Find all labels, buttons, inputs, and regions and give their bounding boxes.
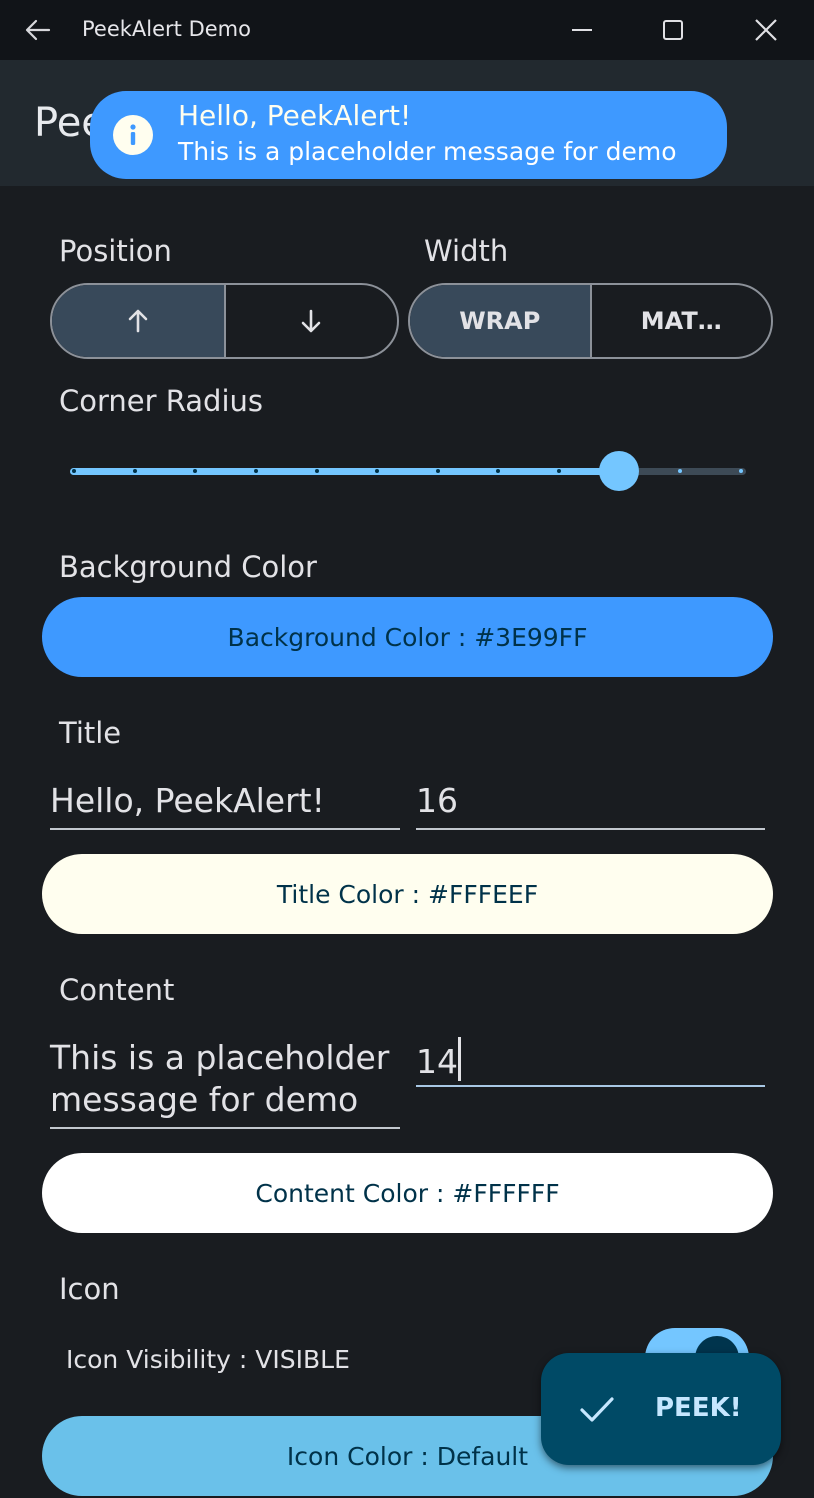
slider-tick (557, 469, 561, 473)
slider-tick (315, 469, 319, 473)
content-label: Content (59, 973, 175, 1007)
position-bottom-button[interactable] (223, 285, 398, 357)
down-arrow-icon (301, 309, 321, 333)
slider-thumb[interactable] (599, 451, 639, 491)
icon-label: Icon (59, 1272, 120, 1306)
slider-tick (436, 469, 440, 473)
up-arrow-icon (128, 309, 148, 333)
content-size-field[interactable]: 14 (416, 1037, 765, 1087)
content-size-value: 14 (416, 1042, 458, 1081)
title-text-field[interactable]: Hello, PeekAlert! (50, 780, 400, 830)
close-icon[interactable] (744, 10, 788, 50)
peek-fab-button[interactable]: PEEK! (541, 1353, 781, 1465)
peek-alert-content: This is a placeholder message for demo (178, 137, 677, 166)
content-text-field[interactable]: This is a placeholder message for demo (50, 1037, 400, 1129)
title-size-value: 16 (416, 781, 458, 820)
back-arrow-icon[interactable] (22, 14, 54, 46)
title-text-value: Hello, PeekAlert! (50, 781, 325, 820)
window-title: PeekAlert Demo (82, 17, 251, 41)
peek-alert-title: Hello, PeekAlert! (178, 99, 412, 132)
maximize-icon[interactable] (651, 10, 695, 50)
title-size-field[interactable]: 16 (416, 780, 765, 830)
position-toggle-group (50, 283, 399, 359)
position-label: Position (59, 234, 172, 268)
slider-tick (678, 469, 682, 473)
width-toggle-group: WRAP MAT… (408, 283, 773, 359)
slider-tick (375, 469, 379, 473)
info-icon (113, 115, 153, 155)
minimize-icon[interactable] (560, 10, 604, 50)
slider-tick (72, 469, 76, 473)
fab-label: PEEK! (655, 1393, 742, 1423)
background-color-button[interactable]: Background Color : #3E99FF (42, 597, 773, 677)
slider-tick (496, 469, 500, 473)
slider-tick (254, 469, 258, 473)
check-icon (580, 1397, 614, 1422)
width-match-button[interactable]: MAT… (589, 285, 772, 357)
corner-radius-label: Corner Radius (59, 384, 264, 418)
window-titlebar: PeekAlert Demo (0, 0, 814, 60)
title-label: Title (59, 716, 122, 750)
slider-tick (739, 469, 743, 473)
peek-alert[interactable]: Hello, PeekAlert! This is a placeholder … (90, 91, 727, 179)
content-color-button[interactable]: Content Color : #FFFFFF (42, 1153, 773, 1233)
corner-radius-slider[interactable] (70, 450, 746, 492)
title-color-button[interactable]: Title Color : #FFFEEF (42, 854, 773, 934)
slider-tick (193, 469, 197, 473)
text-cursor (458, 1037, 461, 1081)
width-label: Width (424, 234, 509, 268)
position-top-button[interactable] (52, 285, 224, 357)
icon-visibility-text: Icon Visibility : VISIBLE (66, 1345, 350, 1374)
slider-tick (133, 469, 137, 473)
width-wrap-button[interactable]: WRAP (410, 285, 590, 357)
slider-active-track (70, 468, 619, 475)
background-color-label: Background Color (59, 550, 317, 584)
content-text-value: This is a placeholder message for demo (50, 1038, 390, 1119)
